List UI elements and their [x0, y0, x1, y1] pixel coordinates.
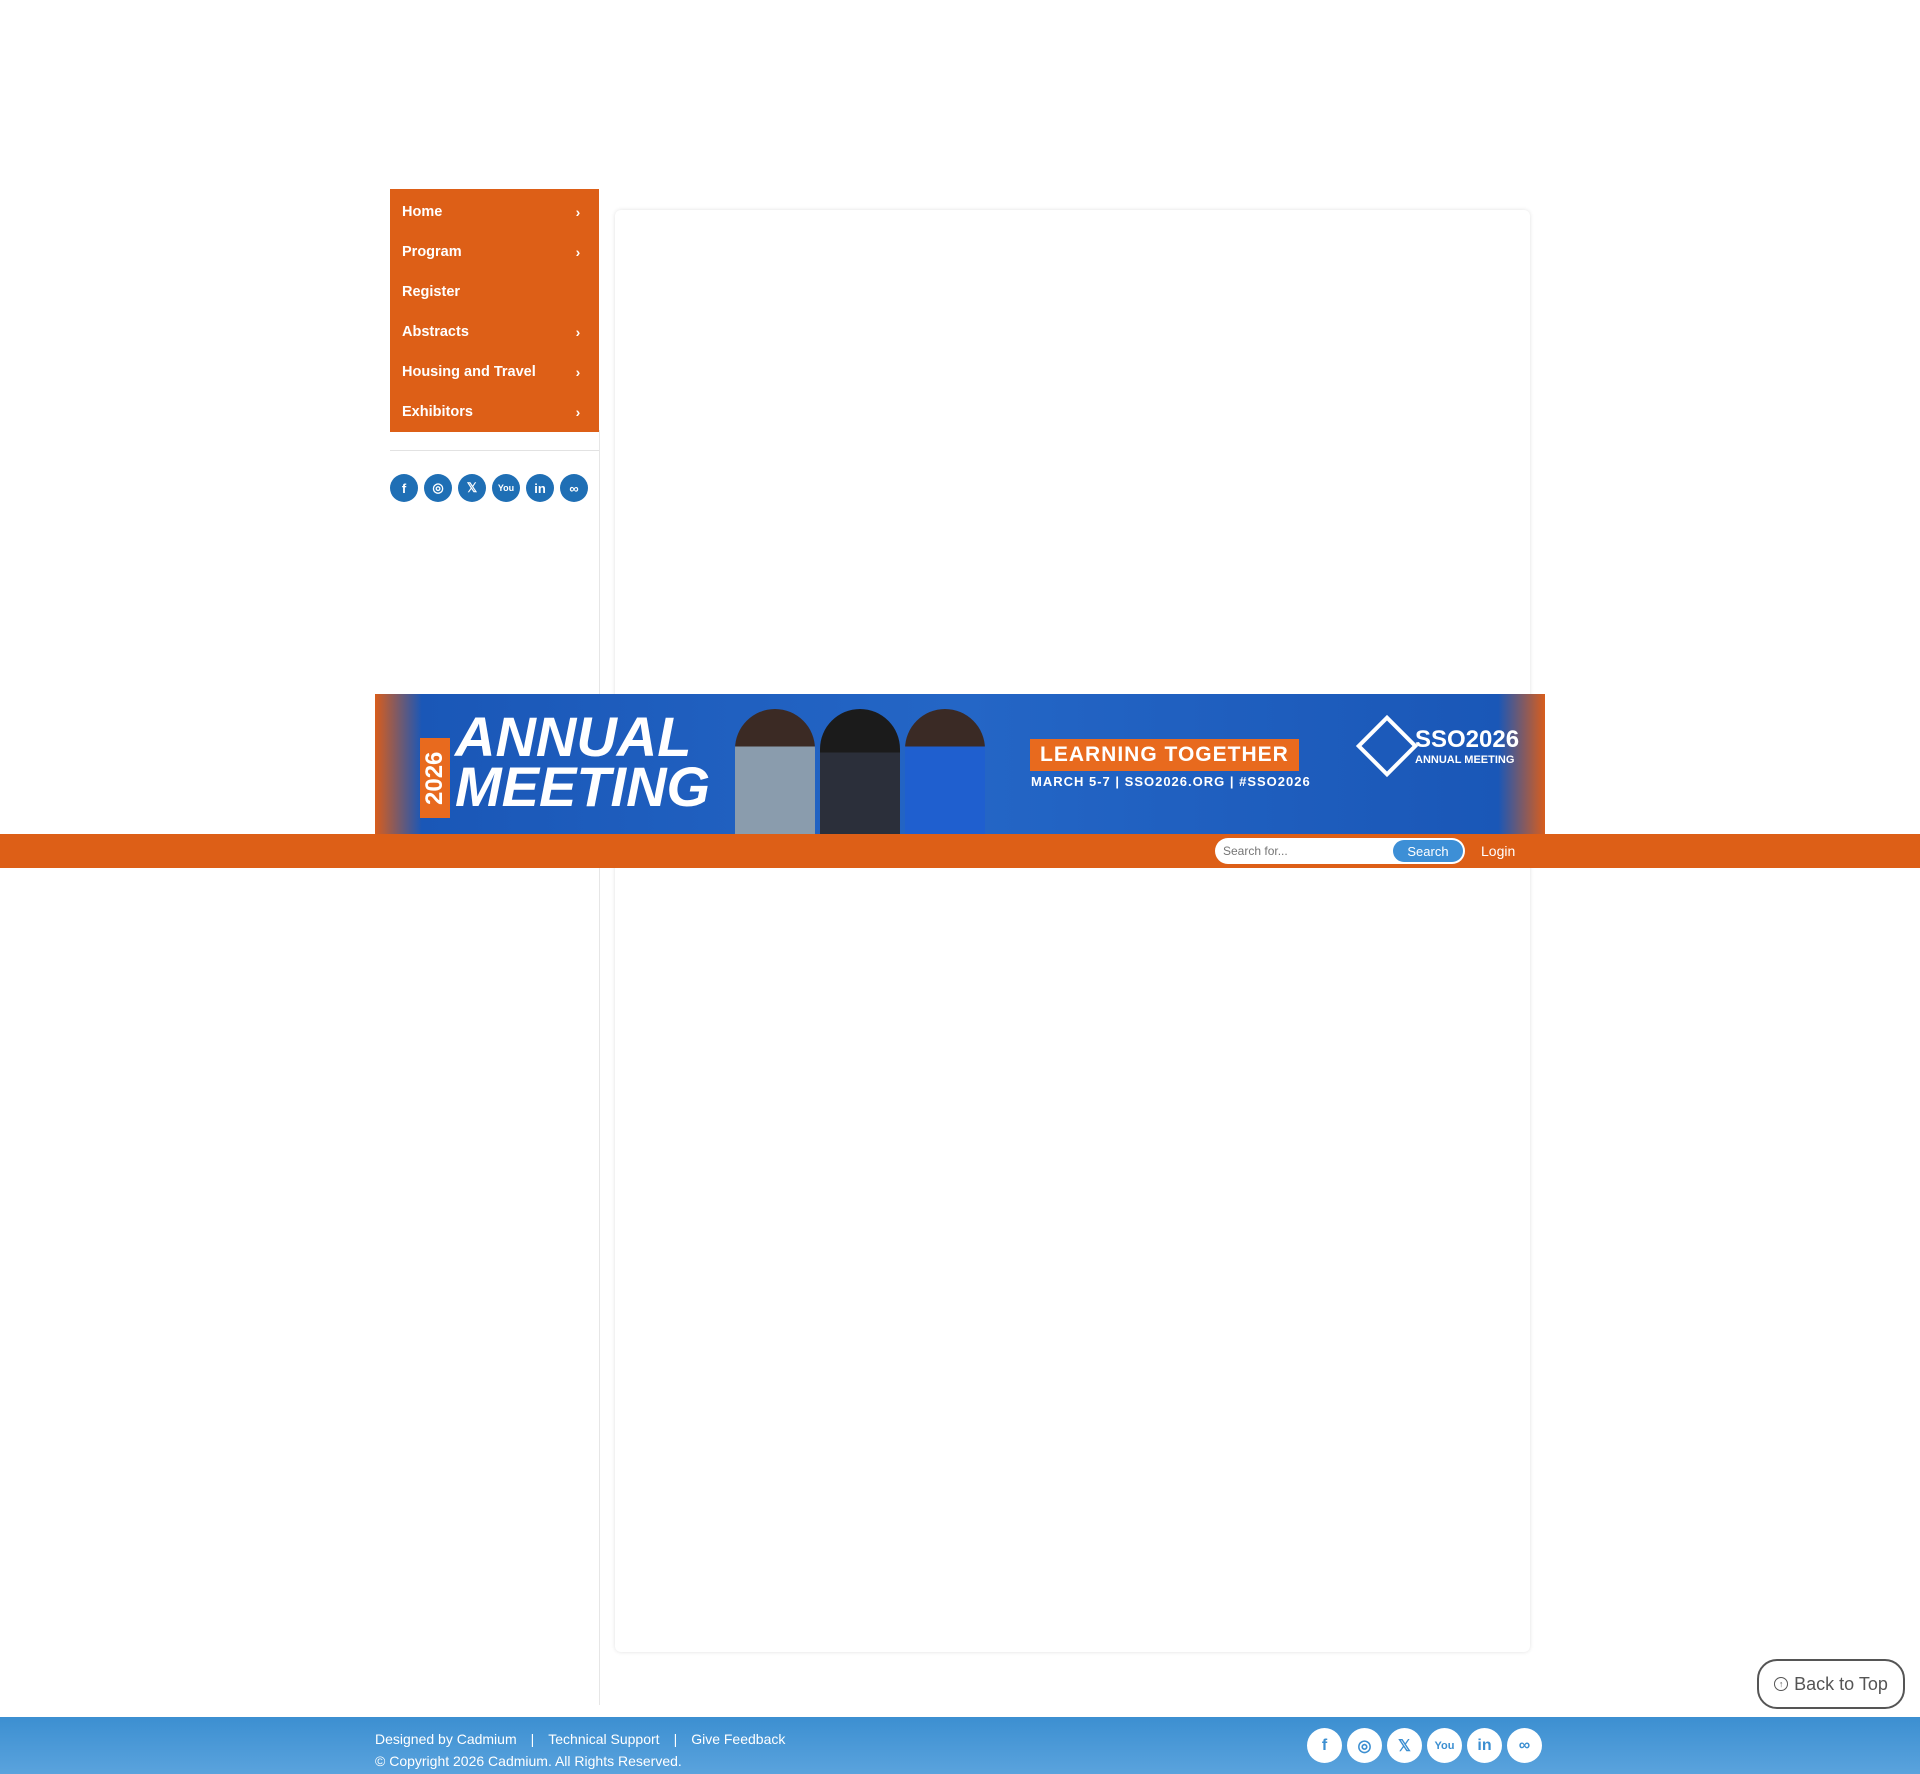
chevron-right-icon: ›	[575, 204, 581, 220]
sso-logo-text: SSO2026 ANNUAL MEETING	[1415, 726, 1520, 766]
banner-title: ANNUAL MEETING	[455, 709, 711, 818]
sidebar-divider	[390, 450, 599, 451]
person-silhouette	[735, 709, 815, 834]
nav-item-home[interactable]: Home ›	[390, 192, 599, 232]
footer-links: Designed by Cadmium | Technical Support …	[375, 1731, 785, 1747]
nav-item-program[interactable]: Program ›	[390, 232, 599, 272]
sidebar-social-links: f ◎ 𝕏 You in ∞	[390, 474, 588, 502]
banner-details: MARCH 5-7 | SSO2026.ORG | #SSO2026	[1031, 774, 1311, 789]
page: Home › Program › Register Abstracts › Ho…	[0, 0, 1920, 1774]
sso-logo-mark-icon	[1355, 714, 1419, 778]
chevron-right-icon: ›	[575, 244, 581, 260]
chevron-right-icon: ›	[575, 404, 581, 420]
facebook-icon[interactable]: f	[390, 474, 418, 502]
instagram-icon[interactable]: ◎	[424, 474, 452, 502]
link-icon[interactable]: ∞	[1507, 1728, 1542, 1763]
technical-support-link[interactable]: Technical Support	[548, 1731, 659, 1747]
banner-title-line2: MEETING	[455, 755, 711, 818]
footer: Designed by Cadmium | Technical Support …	[0, 1717, 1920, 1774]
designed-by-link[interactable]: Designed by Cadmium	[375, 1731, 517, 1747]
sso-logo: SSO2026 ANNUAL MEETING	[1355, 714, 1520, 778]
link-icon[interactable]: ∞	[560, 474, 588, 502]
banner-tagline: LEARNING TOGETHER	[1030, 739, 1299, 771]
linkedin-icon[interactable]: in	[526, 474, 554, 502]
arrow-up-circle-icon: ↑	[1774, 1677, 1789, 1691]
nav-item-label: Program	[402, 244, 462, 260]
search-button[interactable]: Search	[1393, 840, 1463, 862]
nav-item-label: Home	[402, 204, 443, 220]
chevron-right-icon: ›	[575, 324, 581, 340]
give-feedback-link[interactable]: Give Feedback	[691, 1731, 785, 1747]
person-silhouette	[905, 709, 985, 834]
sidebar-nav: Home › Program › Register Abstracts › Ho…	[390, 189, 599, 432]
annual-meeting-banner[interactable]: 2026 ANNUAL MEETING LEARNING TOGETHER MA…	[375, 694, 1545, 834]
footer-social-links: f ◎ 𝕏 You in ∞	[1307, 1728, 1542, 1763]
nav-item-abstracts[interactable]: Abstracts ›	[390, 312, 599, 352]
nav-item-exhibitors[interactable]: Exhibitors ›	[390, 392, 599, 432]
login-link[interactable]: Login	[1481, 843, 1515, 859]
instagram-icon[interactable]: ◎	[1347, 1728, 1382, 1763]
x-icon[interactable]: 𝕏	[458, 474, 486, 502]
chevron-right-icon: ›	[575, 364, 581, 380]
nav-item-label: Register	[402, 284, 461, 300]
nav-item-label: Abstracts	[402, 324, 469, 340]
nav-item-label: Housing and Travel	[402, 364, 536, 380]
main-content-card	[615, 210, 1530, 1652]
search-box: Search	[1215, 838, 1465, 864]
banner-year: 2026	[420, 738, 450, 818]
sidebar: Home › Program › Register Abstracts › Ho…	[390, 189, 599, 502]
back-to-top-button[interactable]: ↑ Back to Top	[1757, 1659, 1905, 1709]
nav-item-housing-and-travel[interactable]: Housing and Travel ›	[390, 352, 599, 392]
sidebar-vertical-divider	[599, 430, 600, 1705]
utility-bar: Search Login	[0, 834, 1920, 868]
banner-people-photo	[735, 704, 985, 834]
nav-item-register[interactable]: Register	[390, 272, 599, 312]
youtube-icon[interactable]: You	[1427, 1728, 1462, 1763]
nav-item-label: Exhibitors	[402, 404, 473, 420]
x-icon[interactable]: 𝕏	[1387, 1728, 1422, 1763]
person-silhouette	[820, 709, 900, 834]
linkedin-icon[interactable]: in	[1467, 1728, 1502, 1763]
footer-separator: |	[530, 1731, 535, 1747]
copyright-text: © Copyright 2026 Cadmium. All Rights Res…	[375, 1753, 682, 1769]
search-input[interactable]	[1223, 841, 1383, 861]
back-to-top-label: Back to Top	[1794, 1673, 1888, 1694]
footer-separator: |	[673, 1731, 678, 1747]
facebook-icon[interactable]: f	[1307, 1728, 1342, 1763]
youtube-icon[interactable]: You	[492, 474, 520, 502]
